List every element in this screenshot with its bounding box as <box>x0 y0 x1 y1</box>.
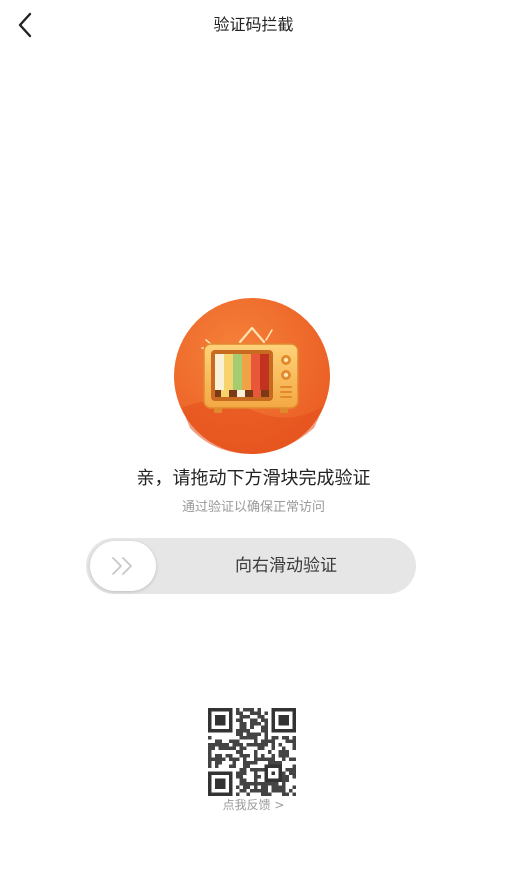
prompt-title: 亲，请拖动下方滑块完成验证 <box>136 468 371 489</box>
nav-bar: 验证码拦截 <box>0 0 507 50</box>
retro-tv-illustration <box>174 298 330 454</box>
slider-handle[interactable] <box>90 541 156 591</box>
page-title: 验证码拦截 <box>213 15 294 34</box>
qr-code-icon <box>208 708 296 796</box>
feedback-link[interactable]: 点我反馈 > <box>0 797 507 813</box>
retro-tv-icon <box>174 298 330 454</box>
prompt-subtitle: 通过验证以确保正常访问 <box>181 500 325 515</box>
slide-to-verify-slider[interactable]: 向右滑动验证 <box>86 538 416 594</box>
captcha-page: 验证码拦截 亲，请拖动下方滑块完成验证 通过验证以确保正常访问 向右滑动验证 点… <box>0 0 507 869</box>
slider-label: 向右滑动验证 <box>235 556 337 576</box>
qr-code <box>208 708 296 796</box>
double-chevron-right-icon <box>112 557 132 575</box>
